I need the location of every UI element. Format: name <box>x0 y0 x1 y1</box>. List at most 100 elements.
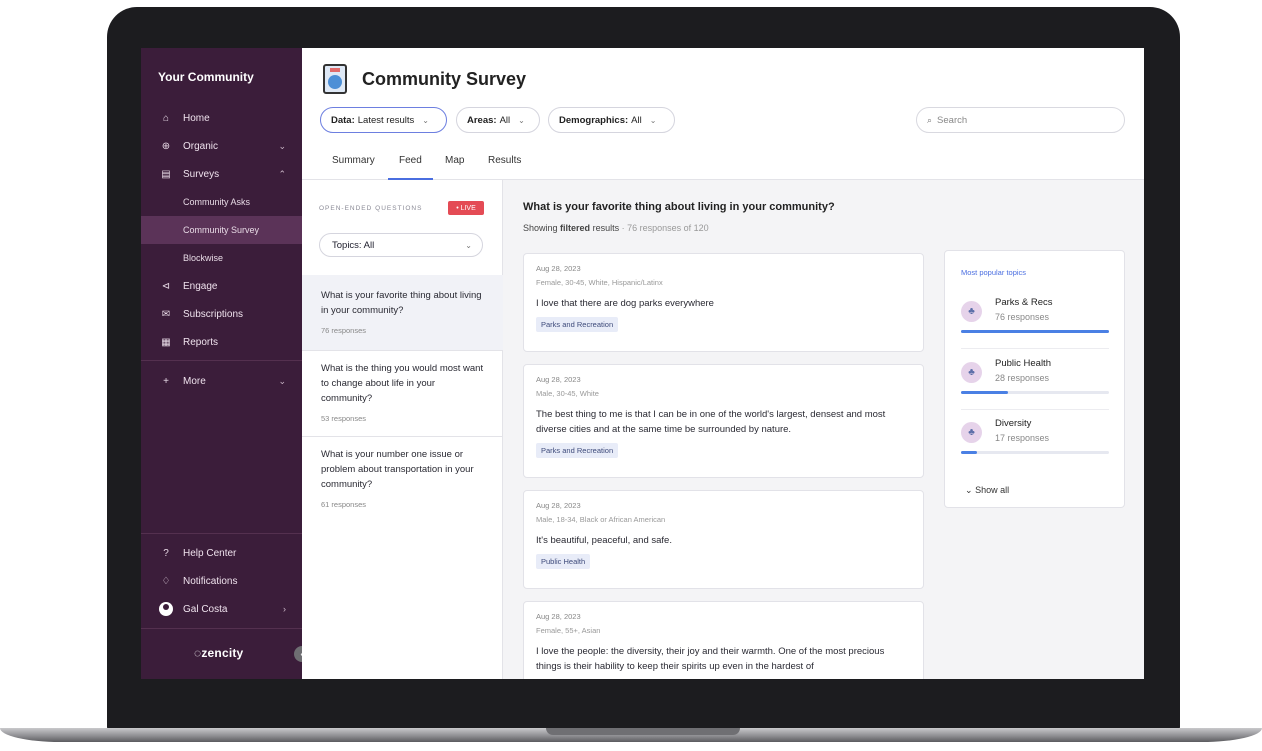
search-icon: ⌕ <box>927 114 933 125</box>
chevron-down-icon: ⌄ <box>965 485 973 495</box>
response-date: Aug 28, 2023 <box>536 375 581 384</box>
avatar <box>159 602 173 616</box>
tab-results[interactable]: Results <box>488 155 521 166</box>
question-item[interactable]: What is your favorite thing about living… <box>302 275 503 350</box>
search-input[interactable]: ⌕ Search <box>916 107 1125 133</box>
sidebar-item-label: Surveys <box>183 168 220 180</box>
response-text: It's beautiful, peaceful, and safe. <box>536 535 672 546</box>
sidebar-item-subscriptions[interactable]: ✉ Subscriptions <box>141 300 302 328</box>
response-date: Aug 28, 2023 <box>536 612 581 621</box>
filter-value: Latest results <box>357 114 415 126</box>
zencity-logo: ◌zencity <box>194 646 244 660</box>
user-name: Gal Costa <box>183 603 228 615</box>
sidebar-item-help-center[interactable]: ? Help Center <box>141 539 302 567</box>
chevron-down-icon: ⌄ <box>465 240 472 250</box>
laptop-base <box>0 724 1262 751</box>
mail-icon: ✉ <box>161 308 171 320</box>
response-card: Aug 28, 2023 Female, 30-45, White, Hispa… <box>523 253 924 352</box>
sidebar-subitem-blockwise[interactable]: Blockwise <box>141 244 302 272</box>
questions-panel: OPEN-ENDED QUESTIONS • LIVE Topics: All … <box>302 180 503 679</box>
filter-value: All <box>631 114 642 126</box>
response-demographics: Female, 55+, Asian <box>536 626 601 635</box>
topic-response-count: 28 responses <box>995 373 1050 383</box>
topic-progress-track <box>961 391 1109 394</box>
survey-icon: ▤ <box>161 168 171 180</box>
topic-progress-track <box>961 451 1109 454</box>
survey-clipboard-icon <box>323 64 347 94</box>
topic-divider <box>961 348 1109 349</box>
topic-name: Public Health <box>995 358 1051 369</box>
question-item[interactable]: What is the thing you would most want to… <box>302 351 503 436</box>
question-text: What is your favorite thing about living… <box>321 290 482 316</box>
popular-topics-panel: Most popular topics ♣ Parks & Recs 76 re… <box>944 250 1125 508</box>
topics-filter-value: Topics: All <box>332 239 375 251</box>
sidebar-item-home[interactable]: ⌂ Home <box>141 104 302 132</box>
sidebar-divider <box>141 533 302 534</box>
app-screen: Your Community ⌂ Home ⊕ Organic ⌄ ▤ Surv… <box>141 48 1144 679</box>
question-text: What is the thing you would most want to… <box>321 363 484 404</box>
reports-icon: ▦ <box>161 336 171 348</box>
sidebar: Your Community ⌂ Home ⊕ Organic ⌄ ▤ Surv… <box>141 48 310 679</box>
topic-response-count: 76 responses <box>995 312 1050 322</box>
sidebar-item-surveys[interactable]: ▤ Surveys ⌃ <box>141 160 302 188</box>
response-text: I love the people: the diversity, their … <box>536 646 885 672</box>
chevron-down-icon: ⌄ <box>649 115 657 125</box>
sidebar-item-more[interactable]: + More ⌄ <box>141 367 302 395</box>
feed-results-summary: Showing filtered results · 76 responses … <box>523 223 709 233</box>
popular-topics-title: Most popular topics <box>961 268 1027 277</box>
show-all-button[interactable]: ⌄ Show all <box>965 485 1009 496</box>
question-item[interactable]: What is your number one issue or problem… <box>302 437 503 522</box>
sidebar-item-label: Engage <box>183 280 218 292</box>
tab-summary[interactable]: Summary <box>332 155 375 166</box>
topics-filter-dropdown[interactable]: Topics: All ⌄ <box>319 233 483 257</box>
sidebar-user-menu[interactable]: Gal Costa › <box>141 595 302 623</box>
topic-progress-track <box>961 330 1109 333</box>
laptop-notch <box>546 728 740 735</box>
response-text: I love that there are dog parks everywhe… <box>536 298 714 309</box>
tab-feed[interactable]: Feed <box>399 155 422 166</box>
sidebar-subitem-community-survey[interactable]: Community Survey <box>141 216 302 244</box>
home-icon: ⌂ <box>162 112 170 124</box>
health-icon: ♣ <box>961 362 982 383</box>
response-card: Aug 28, 2023 Male, 30-45, White The best… <box>523 364 924 478</box>
response-date: Aug 28, 2023 <box>536 264 581 273</box>
filter-key: Areas: <box>467 114 497 126</box>
question-response-count: 53 responses <box>321 414 367 423</box>
sidebar-subitem-community-asks[interactable]: Community Asks <box>141 188 302 216</box>
engage-icon: ⊲ <box>161 280 171 292</box>
sidebar-divider <box>141 360 302 361</box>
sidebar-item-notifications[interactable]: ♢ Notifications <box>141 567 302 595</box>
filter-key: Demographics: <box>559 114 629 126</box>
plus-icon: + <box>163 375 169 387</box>
sidebar-divider <box>141 628 302 629</box>
open-ended-questions-label: OPEN-ENDED QUESTIONS <box>319 205 423 212</box>
response-demographics: Male, 30-45, White <box>536 389 599 398</box>
topic-response-count: 17 responses <box>995 433 1050 443</box>
chevron-down-icon: ⌄ <box>278 140 286 151</box>
response-demographics: Male, 18-34, Black or African American <box>536 515 666 524</box>
response-demographics: Female, 30-45, White, Hispanic/Latinx <box>536 278 663 287</box>
sidebar-item-label: Home <box>183 112 210 124</box>
topic-tag[interactable]: Parks and Recreation <box>536 443 619 458</box>
topic-tag[interactable]: Public Health <box>536 554 591 569</box>
data-filter-dropdown[interactable]: Data: Latest results ⌄ <box>320 107 447 133</box>
page-title: Community Survey <box>362 69 527 89</box>
topic-progress-fill <box>961 451 978 454</box>
filter-key: Data: <box>331 114 355 126</box>
sidebar-item-label: More <box>183 375 206 387</box>
question-text: What is your number one issue or problem… <box>321 449 474 490</box>
topic-tag[interactable]: Parks and Recreation <box>536 317 619 332</box>
question-response-count: 61 responses <box>321 500 367 509</box>
areas-filter-dropdown[interactable]: Areas: All ⌄ <box>456 107 540 133</box>
feed-question-title: What is your favorite thing about living… <box>523 201 835 213</box>
sidebar-item-engage[interactable]: ⊲ Engage <box>141 272 302 300</box>
topic-progress-fill <box>961 391 1009 394</box>
sidebar-item-reports[interactable]: ▦ Reports <box>141 328 302 356</box>
chevron-down-icon: ⌄ <box>422 115 429 125</box>
demographics-filter-dropdown[interactable]: Demographics: All ⌄ <box>548 107 675 133</box>
diversity-icon: ♣ <box>961 422 982 443</box>
response-text: The best thing to me is that I can be in… <box>536 409 886 435</box>
sidebar-title: Your Community <box>158 70 254 84</box>
tab-map[interactable]: Map <box>445 155 464 166</box>
sidebar-item-organic[interactable]: ⊕ Organic ⌄ <box>141 132 302 160</box>
